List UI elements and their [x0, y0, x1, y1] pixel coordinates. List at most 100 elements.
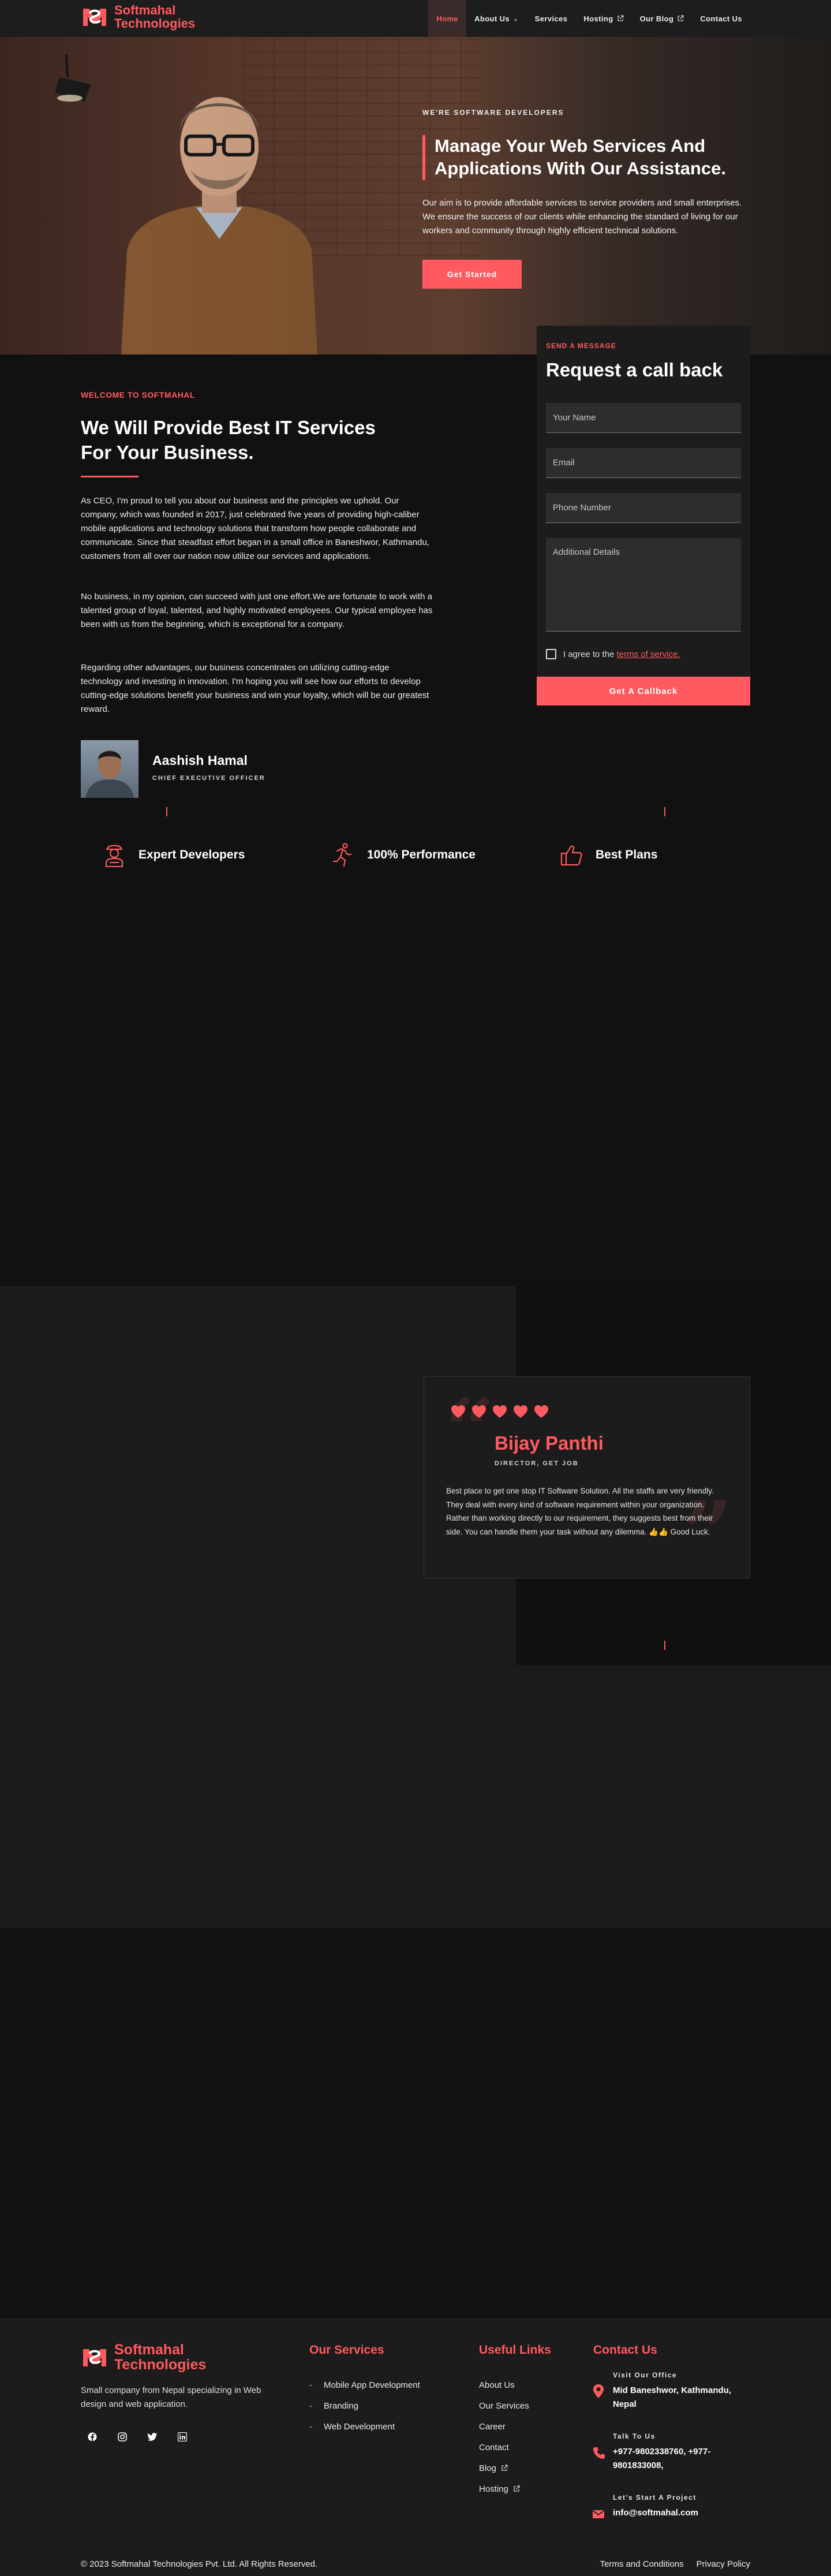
- softmahal-logo-icon: [83, 9, 106, 27]
- legal-links: Terms and Conditions Privacy Policy: [600, 2559, 750, 2569]
- service-link[interactable]: - Web Development: [309, 2416, 420, 2437]
- logo-line-2: Technologies: [114, 2357, 207, 2373]
- hero-title: Manage Your Web Services And Application…: [435, 136, 726, 178]
- phone-field[interactable]: [546, 493, 741, 523]
- about-paragraph: No business, in my opinion, can succeed …: [81, 592, 433, 629]
- get-callback-button[interactable]: Get A Callback: [537, 677, 750, 705]
- terms-and-conditions-link[interactable]: Terms and Conditions: [600, 2559, 684, 2569]
- welcome-subtitle: WELCOME TO SOFTMAHAL: [81, 390, 195, 400]
- details-field[interactable]: [546, 538, 741, 632]
- feature-label: 100% Performance: [367, 848, 476, 861]
- hero-description: Our aim is to provide affordable service…: [422, 198, 742, 236]
- heart-icon: [534, 1405, 548, 1418]
- heart-icon: [514, 1405, 527, 1418]
- link-label: About Us: [479, 2380, 515, 2390]
- about-paragraph: As CEO, I'm proud to tell you about our …: [81, 496, 429, 561]
- top-navbar: Softmahal Technologies Home About Us ⌄ Se…: [0, 0, 831, 37]
- social-links: [81, 2425, 194, 2448]
- menu-label: Contact Us: [700, 14, 742, 23]
- privacy-policy-link[interactable]: Privacy Policy: [697, 2559, 750, 2569]
- logo-link[interactable]: Softmahal Technologies: [81, 3, 195, 30]
- service-label: Mobile App Development: [324, 2380, 420, 2390]
- footer-link-blog[interactable]: Blog: [479, 2458, 529, 2478]
- dash-icon: -: [309, 2380, 312, 2390]
- contact-office: Visit Our Office Mid Baneshwor, Kathmand…: [592, 2371, 740, 2411]
- service-link[interactable]: - Mobile App Development: [309, 2375, 420, 2395]
- divider-tick: [166, 807, 167, 816]
- useful-links-list: About Us Our Services Career Contact Blo…: [479, 2375, 529, 2499]
- twitter-icon: [148, 2433, 157, 2441]
- footer-link-about-us[interactable]: About Us: [479, 2375, 529, 2395]
- feature-best-plans: Best Plans: [560, 843, 657, 867]
- contact-subtitle: Visit Our Office: [613, 2371, 677, 2379]
- open-quote-icon: “: [445, 1380, 495, 1481]
- email-address[interactable]: info@softmahal.com: [613, 2506, 740, 2520]
- footer-link-hosting[interactable]: Hosting: [479, 2478, 529, 2499]
- ceo-role: CHIEF EXECUTIVE OFFICER: [152, 775, 265, 782]
- footer-link-contact[interactable]: Contact: [479, 2437, 529, 2458]
- link-label: Hosting: [479, 2484, 508, 2494]
- logo-text: Softmahal Technologies: [114, 2342, 206, 2373]
- logo-text: Softmahal Technologies: [114, 3, 195, 30]
- dash-icon: -: [309, 2421, 312, 2432]
- terms-checkbox[interactable]: [546, 649, 556, 659]
- link-label: Our Services: [479, 2400, 529, 2411]
- ceo-name: Aashish Hamal: [152, 753, 248, 768]
- external-link-icon: [677, 15, 684, 21]
- heart-icon: [451, 1405, 465, 1418]
- rating-hearts: [451, 1405, 549, 1418]
- footer-logo[interactable]: Softmahal Technologies: [81, 2342, 206, 2373]
- testimonial-card: “ ” Bijay Panthi DIRECTOR, GET JOB Best …: [424, 1376, 750, 1578]
- contact-heading: Contact Us: [593, 2343, 657, 2357]
- divider-tick: [664, 1641, 665, 1650]
- logo-line-1: Softmahal: [114, 3, 176, 17]
- terms-prefix: I agree to the: [563, 649, 615, 659]
- footer-link-our-services[interactable]: Our Services: [479, 2395, 529, 2416]
- chevron-down-icon: ⌄: [513, 15, 519, 23]
- feature-label: Best Plans: [596, 848, 658, 861]
- footer-link-career[interactable]: Career: [479, 2416, 529, 2437]
- location-pin-icon: [593, 2384, 604, 2398]
- menu-item-contact-us[interactable]: Contact Us: [692, 0, 750, 37]
- menu-item-services[interactable]: Services: [527, 0, 576, 37]
- heart-icon: [472, 1405, 486, 1418]
- instagram-link[interactable]: [111, 2425, 134, 2448]
- menu-item-hosting[interactable]: Hosting: [575, 0, 631, 37]
- twitter-link[interactable]: [141, 2425, 164, 2448]
- contact-email: Let's Start A Project info@softmahal.com: [592, 2493, 740, 2521]
- terms-link[interactable]: terms of service.: [617, 649, 680, 659]
- developer-icon: [105, 845, 123, 867]
- title-underline: [81, 476, 138, 477]
- name-field[interactable]: [546, 403, 741, 433]
- ceo-photo: [85, 750, 134, 798]
- feature-performance: 100% Performance: [331, 843, 476, 867]
- phone-numbers[interactable]: +977-9802338760, +977-9801833008,: [613, 2445, 740, 2473]
- link-label: Career: [479, 2421, 506, 2432]
- callback-form: SEND A MESSAGE Request a call back I agr…: [537, 326, 750, 705]
- facebook-link[interactable]: [81, 2425, 104, 2448]
- menu-item-our-blog[interactable]: Our Blog: [632, 0, 692, 37]
- main-menu: Home About Us ⌄ Services Hosting Our Blog…: [428, 0, 750, 37]
- hero-subtitle: WE'RE SOFTWARE DEVELOPERS: [422, 109, 564, 117]
- external-link-icon: [501, 2465, 508, 2471]
- feature-label: Expert Developers: [138, 848, 245, 861]
- menu-label: Services: [534, 14, 568, 23]
- menu-label: Our Blog: [639, 14, 674, 23]
- about-paragraph: Regarding other advantages, our business…: [81, 663, 429, 714]
- link-label: Blog: [479, 2463, 497, 2473]
- menu-item-about-us[interactable]: About Us ⌄: [466, 0, 527, 37]
- facebook-icon: [88, 2432, 97, 2441]
- get-started-button[interactable]: Get Started: [422, 260, 522, 289]
- logo-line-1: Softmahal: [114, 2342, 184, 2358]
- terms-text: I agree to the terms of service.: [563, 649, 680, 659]
- linkedin-link[interactable]: [171, 2425, 194, 2448]
- linkedin-icon: [178, 2432, 187, 2441]
- hero-overlay: [0, 37, 831, 354]
- email-field[interactable]: [546, 448, 741, 478]
- service-link[interactable]: - Branding: [309, 2395, 420, 2416]
- office-address: Mid Baneshwor, Kathmandu, Nepal: [613, 2385, 732, 2409]
- footer-description: Small company from Nepal specializing in…: [81, 2385, 261, 2409]
- menu-item-home[interactable]: Home: [428, 0, 467, 37]
- footer-bottom-bar: © 2023 Softmahal Technologies Pvt. Ltd. …: [81, 2559, 750, 2569]
- terms-agreement: I agree to the terms of service.: [546, 649, 680, 659]
